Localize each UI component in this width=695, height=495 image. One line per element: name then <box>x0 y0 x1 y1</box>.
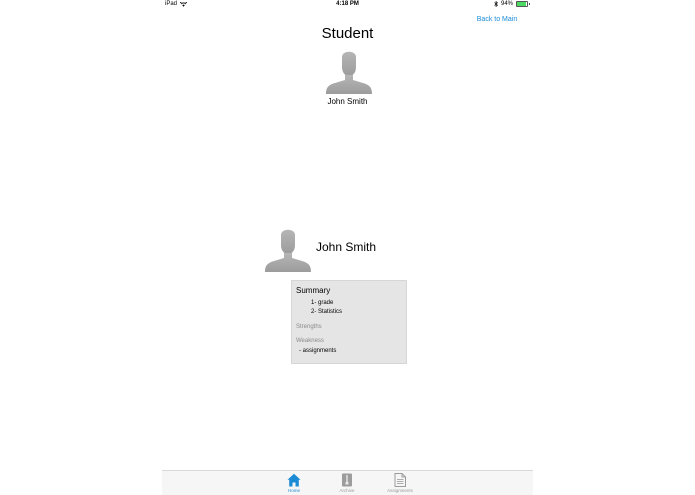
tab-archive[interactable]: Archive <box>327 471 367 495</box>
home-icon <box>287 473 301 487</box>
status-bar: iPad 4:18 PM 94% <box>0 0 695 10</box>
archive-icon <box>342 473 352 487</box>
summary-title: Summary <box>296 286 331 295</box>
bluetooth-icon <box>494 1 498 7</box>
student-name: John Smith <box>327 97 368 106</box>
document-icon <box>394 473 406 487</box>
tab-label: Assignments <box>387 488 413 493</box>
page-title: Student <box>321 25 374 42</box>
weakness-item: - assignments <box>299 348 337 354</box>
battery-tip <box>529 3 531 5</box>
status-time: 4:18 PM <box>336 1 359 7</box>
tab-assignments[interactable]: Assignments <box>380 471 420 495</box>
tab-label: Archive <box>339 488 355 493</box>
summary-item: 1- grade <box>311 300 334 306</box>
battery-fill <box>517 2 527 6</box>
profile-name: John Smith <box>316 240 377 254</box>
back-to-main-button[interactable]: Back to Main <box>466 16 528 23</box>
person-avatar-icon <box>265 229 311 272</box>
tab-bar: Home Archive Assignments <box>162 470 533 495</box>
strengths-label: Strengths <box>296 324 322 330</box>
battery-percent: 94% <box>501 1 514 7</box>
battery-icon <box>516 1 529 7</box>
tab-home[interactable]: Home <box>274 471 314 495</box>
summary-item: 2- Statistics <box>311 309 343 315</box>
weakness-label: Weakness <box>296 338 324 344</box>
tab-label: Home <box>287 488 300 493</box>
person-avatar-icon <box>326 51 372 94</box>
status-right: 94% <box>494 1 531 7</box>
summary-panel: Summary 1- grade 2- Statistics Strengths… <box>291 280 407 364</box>
